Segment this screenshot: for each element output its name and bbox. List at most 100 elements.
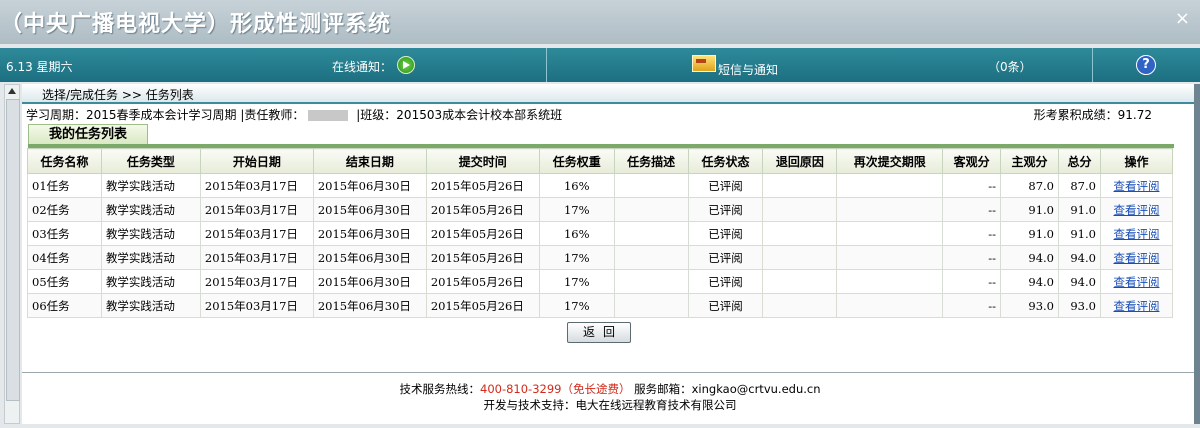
table-row: 03任务 教学实践活动 2015年03月17日 2015年06月30日 2015… — [27, 221, 1174, 246]
course-info: 学习周期：2015春季成本会计学习周期 |责任教师： |班级：201503成本会… — [26, 106, 1166, 122]
table-row: 04任务 教学实践活动 2015年03月17日 2015年06月30日 2015… — [27, 245, 1174, 270]
view-review-link[interactable]: 查看评阅 — [1113, 299, 1159, 313]
task-type: 教学实践活动 — [100, 245, 201, 270]
message-icon[interactable] — [692, 55, 716, 72]
task-weight: 16% — [538, 173, 615, 198]
hotline-label: 技术服务热线： — [399, 382, 481, 396]
task-type: 教学实践活动 — [100, 293, 201, 318]
scroll-up-icon[interactable] — [8, 88, 16, 94]
start-date: 2015年03月17日 — [199, 269, 314, 294]
title-bar: （中央广播电视大学）形成性测评系统 × — [0, 0, 1200, 44]
task-description — [613, 269, 689, 294]
sms-count: （0条） — [988, 60, 1032, 74]
close-icon[interactable]: × — [1175, 8, 1190, 29]
end-date: 2015年06月30日 — [312, 293, 427, 318]
task-name: 01任务 — [27, 173, 102, 198]
view-review-link[interactable]: 查看评阅 — [1113, 251, 1159, 265]
resubmit-deadline — [836, 221, 944, 246]
resubmit-deadline — [836, 245, 944, 270]
return-reason — [762, 269, 838, 294]
help-icon[interactable]: ? — [1136, 55, 1156, 75]
objective-score: -- — [942, 245, 1002, 270]
scroll-thumb[interactable] — [6, 99, 20, 401]
start-date: 2015年03月17日 — [199, 245, 314, 270]
task-type: 教学实践活动 — [100, 221, 201, 246]
subjective-score: 91.0 — [1000, 221, 1059, 246]
footer-support: 开发与技术支持：电大在线远程教育技术有限公司 — [483, 398, 737, 412]
task-name: 02任务 — [27, 197, 102, 222]
submit-date: 2015年05月26日 — [425, 173, 540, 198]
end-date: 2015年06月30日 — [312, 173, 427, 198]
subjective-score: 87.0 — [1000, 173, 1059, 198]
return-reason — [762, 173, 838, 198]
column-header: 任务状态 — [687, 148, 764, 174]
view-review-link[interactable]: 查看评阅 — [1113, 203, 1159, 217]
submit-date: 2015年05月26日 — [425, 197, 540, 222]
task-status: 已评阅 — [687, 293, 764, 318]
view-review-link[interactable]: 查看评阅 — [1113, 179, 1159, 193]
task-name: 03任务 — [27, 221, 102, 246]
task-description — [613, 245, 689, 270]
task-description — [613, 173, 689, 198]
task-description — [613, 221, 689, 246]
submit-date: 2015年05月26日 — [425, 293, 540, 318]
return-reason — [762, 221, 838, 246]
objective-score: -- — [942, 293, 1002, 318]
return-reason — [762, 245, 838, 270]
view-review-link[interactable]: 查看评阅 — [1113, 227, 1159, 241]
table-row: 06任务 教学实践活动 2015年03月17日 2015年06月30日 2015… — [27, 293, 1174, 318]
subjective-score: 94.0 — [1000, 245, 1059, 270]
task-name: 05任务 — [27, 269, 102, 294]
column-header: 退回原因 — [762, 148, 838, 174]
start-date: 2015年03月17日 — [199, 221, 314, 246]
task-type: 教学实践活动 — [100, 173, 201, 198]
end-date: 2015年06月30日 — [312, 221, 427, 246]
breadcrumb: 选择/完成任务 >> 任务列表 — [22, 84, 1194, 104]
column-header: 客观分 — [942, 148, 1002, 174]
back-button[interactable]: 返回 — [567, 322, 631, 343]
task-name: 06任务 — [27, 293, 102, 318]
column-header: 结束日期 — [312, 148, 427, 174]
objective-score: -- — [942, 173, 1002, 198]
vertical-scrollbar[interactable] — [4, 84, 20, 424]
total-score: 94.0 — [1057, 245, 1101, 270]
action-cell: 查看评阅 — [1099, 221, 1174, 246]
view-review-link[interactable]: 查看评阅 — [1113, 275, 1159, 289]
task-weight: 17% — [538, 293, 615, 318]
table-row: 05任务 教学实践活动 2015年03月17日 2015年06月30日 2015… — [27, 269, 1174, 294]
column-header: 总分 — [1057, 148, 1101, 174]
online-notice-label: 在线通知： — [332, 60, 393, 74]
resubmit-deadline — [836, 173, 944, 198]
support-email: 服务邮箱：xingkao@crtvu.edu.cn — [634, 382, 821, 396]
divider — [546, 48, 547, 82]
submit-date: 2015年05月26日 — [425, 245, 540, 270]
arrow-right-icon[interactable] — [397, 56, 415, 74]
column-header: 提交时间 — [425, 148, 540, 174]
resubmit-deadline — [836, 293, 944, 318]
resubmit-deadline — [836, 197, 944, 222]
window-title: （中央广播电视大学）形成性测评系统 — [0, 12, 392, 37]
section-title: 我的任务列表 — [28, 124, 148, 145]
divider — [1092, 48, 1093, 82]
total-score: 87.0 — [1057, 173, 1101, 198]
start-date: 2015年03月17日 — [199, 293, 314, 318]
task-type: 教学实践活动 — [100, 269, 201, 294]
teacher-label: |责任教师： — [240, 108, 305, 122]
submit-date: 2015年05月26日 — [425, 269, 540, 294]
task-weight: 17% — [538, 245, 615, 270]
action-cell: 查看评阅 — [1099, 269, 1174, 294]
sms-notice-link[interactable]: 短信与通知 — [718, 61, 778, 78]
total-score: 91.0 — [1057, 197, 1101, 222]
task-window: （中央广播电视大学）形成性测评系统 × 6.13 星期六 在线通知： 短信与通知… — [0, 0, 1200, 428]
objective-score: -- — [942, 221, 1002, 246]
subjective-score: 94.0 — [1000, 269, 1059, 294]
task-weight: 17% — [538, 197, 615, 222]
action-cell: 查看评阅 — [1099, 173, 1174, 198]
window-edge — [1194, 84, 1200, 424]
task-status: 已评阅 — [687, 269, 764, 294]
end-date: 2015年06月30日 — [312, 269, 427, 294]
task-table: 任务名称 任务类型 开始日期 结束日期 提交时间 任务权重 任务描述 任务状态 … — [27, 148, 1174, 318]
task-weight: 16% — [538, 221, 615, 246]
column-header: 任务描述 — [613, 148, 689, 174]
study-period: 学习周期：2015春季成本会计学习周期 — [26, 108, 237, 122]
